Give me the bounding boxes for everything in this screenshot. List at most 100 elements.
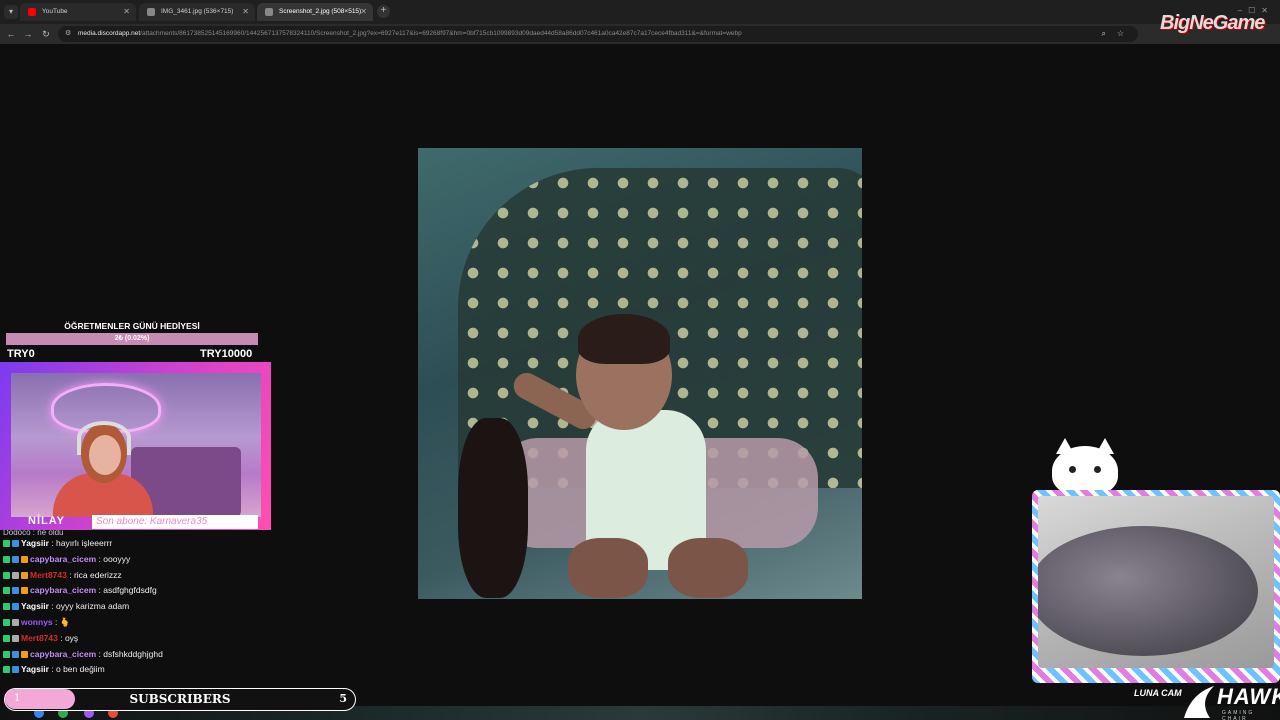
- browser-tab-bar: ▾ YouTube ✕ IMG_3461.jpg (536×715) ✕ Scr…: [0, 0, 1280, 24]
- stream-logo: BigNeGame: [1160, 12, 1264, 35]
- last-subscriber-ticker: Son abone: Karnavera35: [92, 515, 258, 529]
- back-arrow-icon[interactable]: ←: [4, 27, 18, 41]
- bits-badge-icon: [12, 572, 19, 579]
- luna-cam-video: [1038, 496, 1274, 668]
- close-icon[interactable]: ✕: [242, 3, 249, 21]
- chat-text: oyş: [65, 633, 78, 643]
- chat-username: wonnys: [21, 617, 53, 627]
- mod-badge-icon: [3, 651, 10, 658]
- mod-badge-icon: [3, 666, 10, 673]
- new-tab-button[interactable]: +: [377, 5, 390, 18]
- chat-username: capybara_cicem: [30, 585, 96, 595]
- forward-arrow-icon[interactable]: →: [21, 27, 35, 41]
- zoom-icon[interactable]: ⌕: [1102, 26, 1106, 42]
- site-info-icon[interactable]: ⚙: [65, 26, 71, 42]
- tab-screenshot2[interactable]: Screenshot_2.jpg (508×515) ✕: [257, 3, 373, 21]
- gem-badge-icon: [12, 651, 19, 658]
- photo-baby-leg: [668, 538, 748, 598]
- chat-username: Mert8743: [30, 570, 67, 580]
- bookmark-star-icon[interactable]: ☆: [1117, 26, 1124, 42]
- chat-message: Yagsiir : o ben değiim: [3, 662, 303, 678]
- bits-badge-icon: [12, 619, 19, 626]
- luna-cam-frame: [1032, 490, 1280, 683]
- cat-eye: [1094, 466, 1101, 473]
- chat-text: rica ederizzz: [74, 570, 122, 580]
- close-icon[interactable]: ✕: [123, 3, 130, 21]
- mod-badge-icon: [3, 635, 10, 642]
- subscribers-goal-bar: 1 SUBSCRIBERS 5: [4, 688, 356, 711]
- mod-badge-icon: [3, 572, 10, 579]
- address-bar-row: ← → ↻ ⚙ media.discordapp.net/attachments…: [0, 24, 1280, 44]
- chat-text: dsfshkddghjghd: [103, 649, 163, 659]
- mod-badge-icon: [3, 619, 10, 626]
- reload-icon[interactable]: ↻: [39, 27, 53, 41]
- cat-fur: [1038, 526, 1258, 656]
- mod-badge-icon: [3, 587, 10, 594]
- image-icon: [147, 8, 155, 16]
- sub-badge-icon: [12, 540, 19, 547]
- sponsor-tagline: GAMING CHAIR: [1222, 710, 1280, 720]
- chat-text: oooyyy: [103, 554, 130, 564]
- donation-goal-bar: 2₺ (0.02%): [6, 333, 258, 345]
- luna-cam-label: LUNA CAM: [1134, 688, 1182, 698]
- youtube-icon: [28, 8, 36, 16]
- webcam-video: [11, 373, 261, 517]
- gift-badge-icon: [21, 556, 28, 563]
- mod-badge-icon: [3, 556, 10, 563]
- photo-hair: [458, 418, 528, 598]
- mod-badge-icon: [3, 540, 10, 547]
- sub-badge-icon: [12, 603, 19, 610]
- gem-badge-icon: [12, 587, 19, 594]
- streamer-name: NİLAY: [28, 515, 65, 527]
- chat-message: Mert8743 : oyş: [3, 631, 303, 647]
- chat-message: capybara_cicem : asdfghgfdsdfg: [3, 583, 303, 599]
- sub-badge-icon: [12, 666, 19, 673]
- bits-badge-icon: [12, 635, 19, 642]
- chat-username: Yagsiir: [21, 601, 49, 611]
- url-input[interactable]: ⚙ media.discordapp.net/attachments/86173…: [58, 26, 1138, 42]
- displayed-photo: [418, 148, 862, 599]
- photo-baby-leg: [568, 538, 648, 598]
- chat-text: hayırlı işleeerrr: [56, 538, 112, 548]
- chat-username: capybara_cicem: [30, 649, 96, 659]
- url-host: media.discordapp.net: [78, 30, 140, 37]
- tab-img3461[interactable]: IMG_3461.jpg (536×715) ✕: [139, 3, 255, 21]
- donation-goal-progress: 2₺ (0.02%): [6, 333, 258, 345]
- close-icon[interactable]: ✕: [360, 3, 367, 21]
- url-path: /attachments/861738525145169960/14425671…: [140, 30, 742, 37]
- chat-username: Mert8743: [21, 633, 58, 643]
- chat-text: asdfghgfdsdfg: [103, 585, 156, 595]
- chat-username: Yagsiir: [21, 538, 49, 548]
- headset-icon: [77, 421, 131, 455]
- chat-message: Yagsiir : hayırlı işleeerrr: [3, 536, 303, 552]
- chat-message: capybara_cicem : oooyyy: [3, 552, 303, 568]
- chat-text: oyyy karizma adam: [56, 601, 129, 611]
- donation-goal-min: TRY0: [7, 348, 35, 360]
- subscribers-label: SUBSCRIBERS: [5, 689, 355, 709]
- gem-badge-icon: [12, 556, 19, 563]
- photo-baby-hair: [578, 314, 670, 364]
- gift-badge-icon: [21, 587, 28, 594]
- chat-username: capybara_cicem: [30, 554, 96, 564]
- gift-badge-icon: [21, 572, 28, 579]
- gift-badge-icon: [21, 651, 28, 658]
- chat-message: Mert8743 : rica ederizzz: [3, 568, 303, 584]
- chat-message: capybara_cicem : dsfshkddghjghd: [3, 647, 303, 663]
- tab-label: YouTube: [42, 8, 68, 15]
- globe-icon: [265, 8, 273, 16]
- chat-text: o ben değiim: [56, 664, 105, 674]
- tab-label: IMG_3461.jpg (536×715): [161, 8, 233, 15]
- streamer-webcam: NİLAY Son abone: Karnavera35: [0, 362, 271, 530]
- tab-search-button[interactable]: ▾: [4, 5, 18, 19]
- donation-goal-title: ÖĞRETMENLER GÜNÜ HEDİYESİ: [6, 321, 258, 331]
- mod-badge-icon: [3, 603, 10, 610]
- chat-username: Yagsiir: [21, 664, 49, 674]
- cat-eye: [1069, 466, 1076, 473]
- tab-label: Screenshot_2.jpg (508×515): [279, 8, 361, 15]
- sponsor-name: HAWK: [1217, 684, 1280, 710]
- chat-message: wonnys : 🫰: [3, 615, 303, 631]
- chat-message: Yagsiir : oyyy karizma adam: [3, 599, 303, 615]
- donation-goal-max: TRY10000: [200, 348, 252, 360]
- subscribers-goal: 5: [339, 689, 347, 709]
- tab-youtube[interactable]: YouTube ✕: [20, 3, 136, 21]
